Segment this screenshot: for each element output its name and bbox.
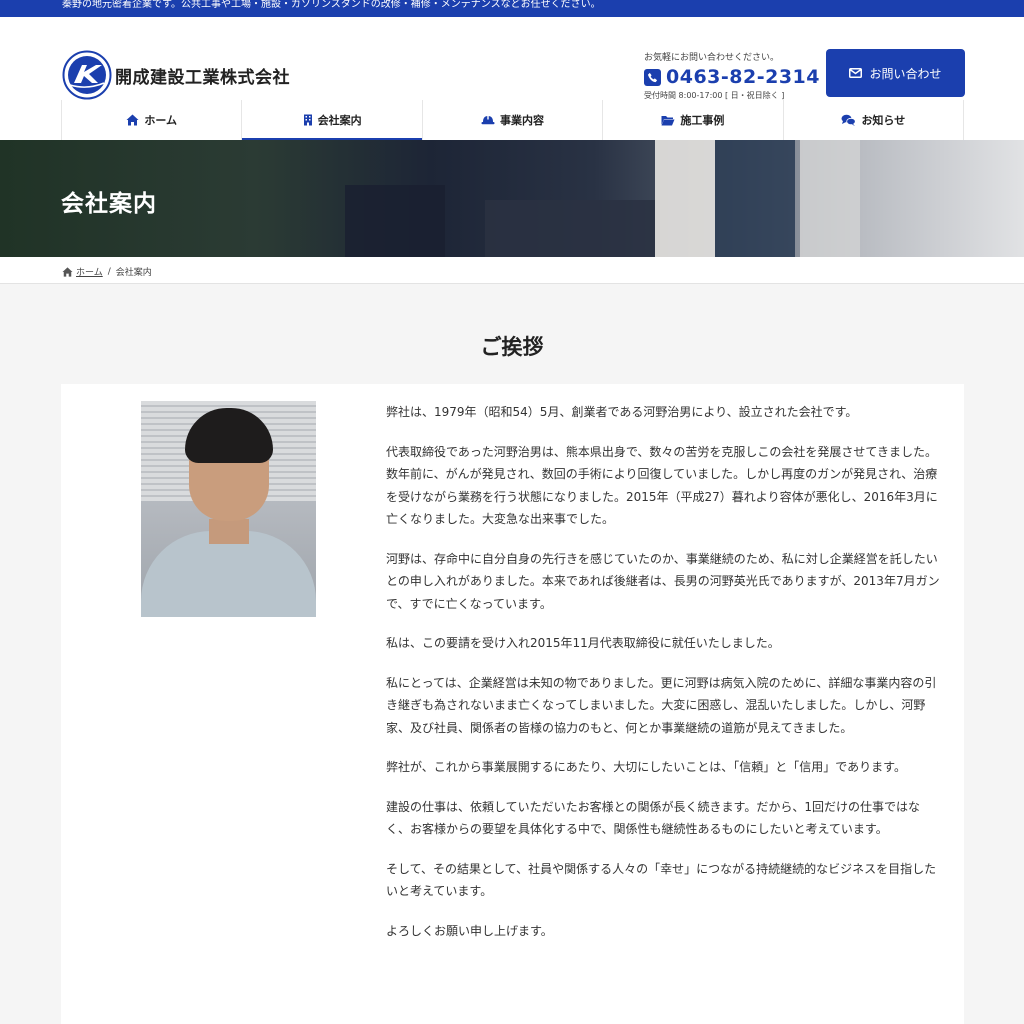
folder-icon [661, 115, 675, 125]
company-name: 開成建設工業株式会社 [115, 67, 290, 88]
nav-label: ホーム [144, 114, 178, 127]
nav-item-company[interactable]: 会社案内 [242, 100, 423, 140]
phone-icon [644, 68, 661, 86]
page-hero-banner: 会社案内 [0, 140, 1024, 257]
announcement-text: 秦野の地元密着企業です。公共工事や工場・施設・ガソリンスタンドの改修・補修・メン… [62, 0, 601, 10]
phone-row[interactable]: 0463-82-2314 [644, 66, 820, 88]
greeting-paragraph: 建設の仕事は、依頼していただいたお客様との関係が長く続きます。だから、1回だけの… [386, 799, 920, 837]
section-title: ご挨拶 [480, 335, 544, 359]
greeting-paragraph: 弊社は、1979年（昭和54）5月、創業者である河野治男により、設立された会社で… [386, 405, 858, 419]
contact-info: お気軽にお問い合わせください。 0463-82-2314 受付時間 8:00-1… [644, 50, 820, 101]
top-announcement-bar: 秦野の地元密着企業です。公共工事や工場・施設・ガソリンスタンドの改修・補修・メン… [0, 0, 1024, 17]
breadcrumb: ホーム / 会社案内 [62, 265, 152, 278]
greeting-card: 弊社は、1979年（昭和54）5月、創業者である河野治男により、設立された会社で… [61, 384, 964, 1024]
nav-label: 施工事例 [680, 114, 725, 127]
greeting-paragraph: 河野は、存命中に自分自身の先行きを感じていたのか、事業継続のため、私に対し企業経… [386, 551, 940, 611]
nav-label: 会社案内 [317, 114, 362, 127]
contact-note: お気軽にお問い合わせください。 [644, 53, 780, 63]
nav-item-home[interactable]: ホーム [62, 100, 243, 140]
greeting-paragraph: 代表取締役であった河野治男は、熊本県出身で、数々の苦労を克服しこの会社を発展させ… [386, 444, 938, 527]
inquiry-label: お問い合わせ [869, 66, 942, 81]
envelope-icon [849, 68, 863, 78]
site-header: 開成建設工業株式会社 お気軽にお問い合わせください。 0463-82-2314 … [0, 17, 1024, 100]
nav-label: 事業内容 [500, 114, 545, 127]
page-title: 会社案内 [61, 191, 157, 217]
home-icon [126, 114, 139, 126]
greeting-paragraph: そして、その結果として、社員や関係する人々の「幸せ」につながる持続継続的なビジネ… [386, 861, 937, 899]
comments-icon [841, 114, 857, 126]
breadcrumb-home-link[interactable]: ホーム [76, 265, 103, 278]
nav-item-services[interactable]: 事業内容 [423, 100, 604, 140]
phone-number[interactable]: 0463-82-2314 [666, 66, 820, 88]
nav-item-works[interactable]: 施工事例 [603, 100, 784, 140]
site-logo[interactable]: 開成建設工業株式会社 [62, 50, 290, 100]
greeting-paragraph: 弊社が、これから事業展開するにあたり、大切にしたいことは、「信頼」と「信用」であ… [386, 760, 906, 774]
company-logo-icon [62, 50, 112, 100]
breadcrumb-current: 会社案内 [115, 268, 152, 278]
president-photo [141, 401, 316, 617]
global-nav: ホーム 会社案内 事業内容 施工事例 お知らせ [0, 100, 1024, 140]
nav-item-news[interactable]: お知らせ [784, 100, 965, 140]
greeting-text: 弊社は、1979年（昭和54）5月、創業者である河野治男により、設立された会社で… [386, 401, 941, 959]
greeting-paragraph: 私にとっては、企業経営は未知の物でありました。更に河野は病気入院のために、詳細な… [386, 675, 937, 735]
helmet-icon [481, 115, 495, 125]
greeting-paragraph: よろしくお願い申し上げます。 [386, 923, 553, 938]
home-icon [62, 266, 73, 277]
greeting-paragraph: 私は、この要請を受け入れ2015年11月代表取締役に就任いたしました。 [386, 636, 780, 650]
inquiry-button[interactable]: お問い合わせ [826, 49, 965, 97]
building-icon [303, 114, 312, 126]
breadcrumb-bar: ホーム / 会社案内 [0, 257, 1024, 284]
nav-label: お知らせ [861, 114, 906, 127]
breadcrumb-separator: / [107, 266, 111, 277]
